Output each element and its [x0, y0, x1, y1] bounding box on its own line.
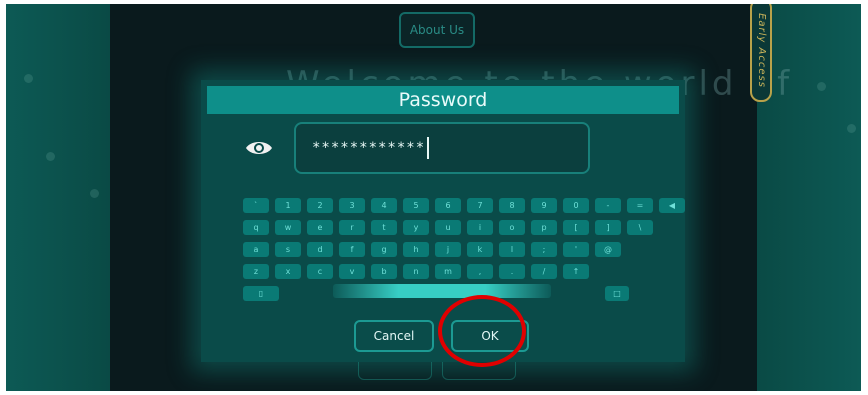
key-row2-10[interactable]: [ — [563, 220, 589, 235]
key-row1-8[interactable]: 8 — [499, 198, 525, 213]
key-row4-0[interactable]: z — [243, 264, 269, 279]
keyboard-row-bottom-right: □ — [605, 286, 629, 301]
key-row2-11[interactable]: ] — [595, 220, 621, 235]
text-caret — [427, 137, 430, 159]
key-row1-1[interactable]: 1 — [275, 198, 301, 213]
key-row2-6[interactable]: u — [435, 220, 461, 235]
clipboard-icon[interactable]: ▯ — [243, 286, 279, 301]
key-row3-11[interactable]: @ — [595, 242, 621, 257]
key-row1-3[interactable]: 3 — [339, 198, 365, 213]
key-row2-2[interactable]: e — [307, 220, 333, 235]
key-row4-3[interactable]: v — [339, 264, 365, 279]
key-row3-9[interactable]: ; — [531, 242, 557, 257]
keyboard-row-asdf: a s d f g h j k l; ' @ — [243, 242, 621, 257]
highlight-circle — [438, 295, 526, 367]
key-row2-0[interactable]: q — [243, 220, 269, 235]
key-row3-8[interactable]: l — [499, 242, 525, 257]
key-row4-4[interactable]: b — [371, 264, 397, 279]
key-row2-8[interactable]: o — [499, 220, 525, 235]
password-input[interactable]: ************ — [294, 122, 590, 174]
key-row1-12[interactable]: = — [627, 198, 653, 213]
key-row2-7[interactable]: i — [467, 220, 493, 235]
key-row4-5[interactable]: n — [403, 264, 429, 279]
early-access-badge[interactable]: Early Access — [750, 4, 772, 102]
square-icon[interactable]: □ — [605, 286, 629, 301]
keyboard-row-zxcv: z x c v b n m,. / ↑ — [243, 264, 589, 279]
key-row1-4[interactable]: 4 — [371, 198, 397, 213]
key-row1-6[interactable]: 6 — [435, 198, 461, 213]
key-row1-5[interactable]: 5 — [403, 198, 429, 213]
key-row1-9[interactable]: 9 — [531, 198, 557, 213]
key-row2-9[interactable]: p — [531, 220, 557, 235]
cancel-button[interactable]: Cancel — [354, 320, 434, 352]
key-row4-10[interactable]: ↑ — [563, 264, 589, 279]
key-row4-8[interactable]: . — [499, 264, 525, 279]
key-row1-7[interactable]: 7 — [467, 198, 493, 213]
password-value: ************ — [312, 140, 426, 156]
key-row4-6[interactable]: m — [435, 264, 461, 279]
key-row2-5[interactable]: y — [403, 220, 429, 235]
key-row2-1[interactable]: w — [275, 220, 301, 235]
left-panel — [6, 4, 110, 391]
right-panel — [757, 4, 861, 391]
key-row2-4[interactable]: t — [371, 220, 397, 235]
key-row3-7[interactable]: k — [467, 242, 493, 257]
early-access-label: Early Access — [755, 12, 767, 88]
key-row4-9[interactable]: / — [531, 264, 557, 279]
key-row3-4[interactable]: g — [371, 242, 397, 257]
key-row4-2[interactable]: c — [307, 264, 333, 279]
game-screen: About Us Welcome to the world of Early A… — [6, 4, 861, 391]
key-row1-2[interactable]: 2 — [307, 198, 333, 213]
key-row3-2[interactable]: d — [307, 242, 333, 257]
key-row3-0[interactable]: a — [243, 242, 269, 257]
key-row3-6[interactable]: j — [435, 242, 461, 257]
key-row3-10[interactable]: ' — [563, 242, 589, 257]
key-row3-3[interactable]: f — [339, 242, 365, 257]
key-row4-7[interactable]: , — [467, 264, 493, 279]
key-row4-1[interactable]: x — [275, 264, 301, 279]
keyboard-row-bottom: ▯ — [243, 286, 279, 301]
keyboard-row-qwerty: q w e r t y u i o p [] \ — [243, 220, 653, 235]
key-row3-1[interactable]: s — [275, 242, 301, 257]
about-us-button[interactable]: About Us — [399, 12, 475, 48]
key-row2-3[interactable]: r — [339, 220, 365, 235]
key-row1-13[interactable]: ◀ — [659, 198, 685, 213]
keyboard-row-numbers: ` 1 2 3 4 5 6 7 8 9 0- = ◀ — [243, 198, 685, 213]
key-row1-0[interactable]: ` — [243, 198, 269, 213]
space-bar-key[interactable] — [333, 284, 551, 298]
eye-icon[interactable] — [245, 140, 273, 156]
key-row3-5[interactable]: h — [403, 242, 429, 257]
key-row1-11[interactable]: - — [595, 198, 621, 213]
key-row2-12[interactable]: \ — [627, 220, 653, 235]
dialog-title: Password — [207, 86, 679, 114]
key-row1-10[interactable]: 0 — [563, 198, 589, 213]
